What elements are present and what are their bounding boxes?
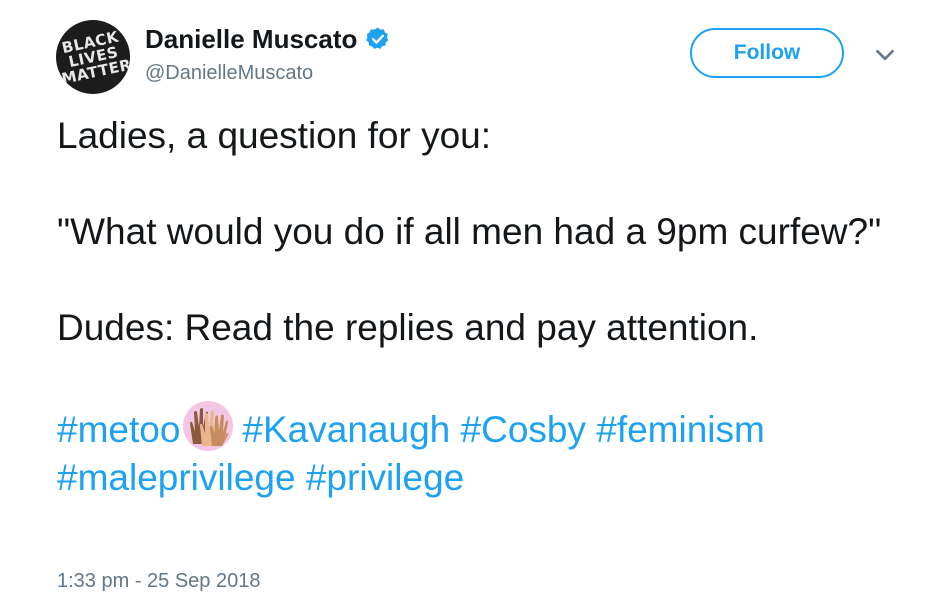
avatar[interactable]: BLACK LIVES MATTER (56, 20, 130, 94)
hashtag-link[interactable]: #privilege (306, 457, 464, 498)
author-handle[interactable]: @DanielleMuscato (145, 60, 313, 86)
tweet-hashtags: #metoo #Kavanaugh #Cosby #feminism #male… (57, 400, 917, 502)
hashtag-link[interactable]: #Kavanaugh (242, 409, 450, 450)
author-name-row: Danielle Muscato (145, 22, 391, 56)
hashtag-link[interactable]: #feminism (596, 409, 765, 450)
verified-badge-icon (366, 27, 389, 49)
tweet-line-question: Ladies, a question for you: (57, 115, 492, 156)
tweet-line-dudes: Dudes: Read the replies and pay attentio… (57, 307, 759, 348)
tweet-card: BLACK LIVES MATTER Danielle Muscato @Dan… (0, 0, 934, 600)
tweet-text: Ladies, a question for you: "What would … (57, 112, 917, 502)
hashtag-link[interactable]: #maleprivilege (57, 457, 296, 498)
hashtag-link[interactable]: #metoo (57, 409, 180, 450)
tweet-timestamp[interactable]: 1:33 pm - 25 Sep 2018 (57, 568, 260, 594)
hashtag-link[interactable]: #Cosby (461, 409, 586, 450)
avatar-logo-text: BLACK LIVES MATTER (59, 27, 130, 88)
tweet-line-curfew: "What would you do if all men had a 9pm … (57, 211, 882, 252)
follow-button[interactable]: Follow (690, 28, 844, 78)
author-display-name[interactable]: Danielle Muscato (145, 22, 357, 56)
chevron-down-icon[interactable] (872, 42, 898, 68)
raised-hands-emoji-icon (183, 401, 234, 451)
